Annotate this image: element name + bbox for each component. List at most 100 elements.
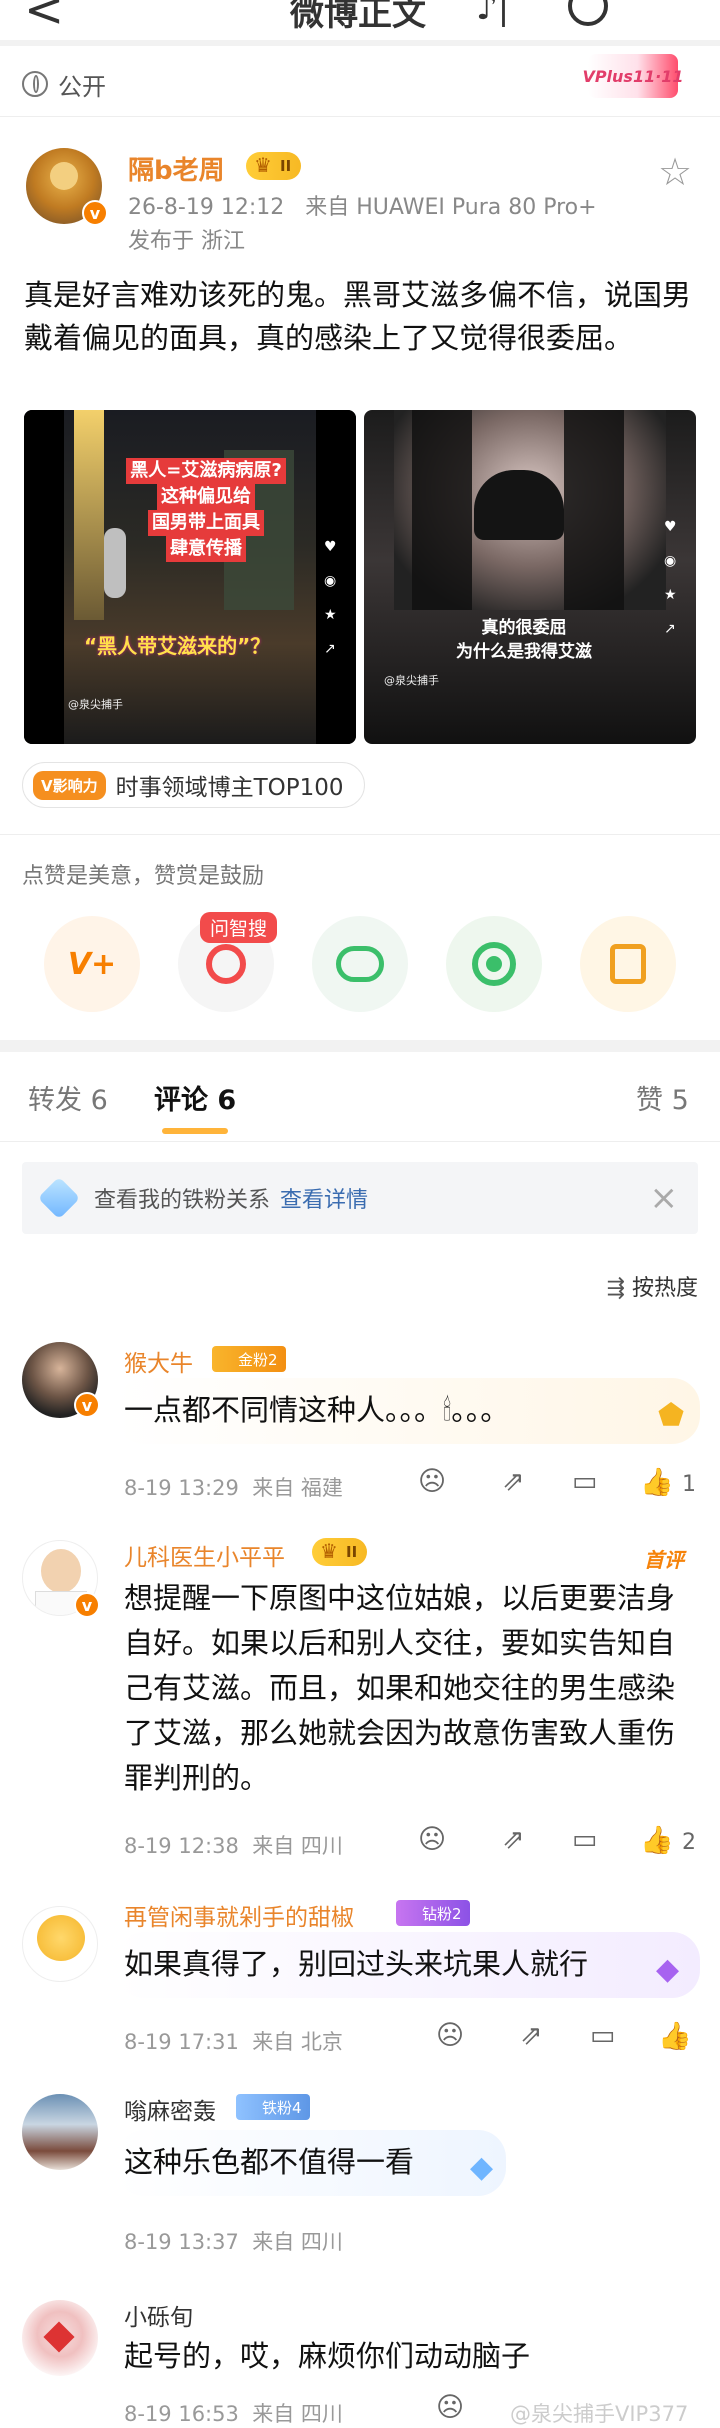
member-level: II: [346, 1543, 358, 1561]
favorite-star-icon[interactable]: ☆: [658, 150, 692, 194]
search-icon[interactable]: [568, 0, 608, 26]
comment-text: 这种乐色都不值得一看: [124, 2145, 415, 2179]
overlay-line: 真的很委屈: [481, 618, 567, 638]
commenter-avatar[interactable]: [22, 2300, 98, 2376]
commenter-name[interactable]: 小砾旬: [124, 2298, 193, 2332]
tab-forward[interactable]: 转发 6: [28, 1078, 108, 1117]
image2-side-icons: ♥ ◉ ★ ↗: [664, 519, 677, 637]
verified-icon: v: [74, 1592, 100, 1618]
image1-user: @泉尖捕手: [68, 698, 123, 711]
influence-tag[interactable]: V影响力 时事领域博主TOP100: [22, 762, 365, 808]
comment-text: 起号的，哎，麻烦你们动动脑子: [124, 2339, 531, 2373]
dislike-icon[interactable]: ☹: [418, 1466, 446, 1497]
page-title: 微博正文: [290, 0, 426, 34]
reply-icon[interactable]: ▭: [572, 1824, 598, 1855]
member-crown-badge: II: [312, 1538, 368, 1566]
commenter-name[interactable]: 猴大牛: [124, 1344, 193, 1378]
music-icon[interactable]: ♪|: [476, 0, 509, 28]
overlay-line: 国男带上面具: [148, 510, 264, 536]
dislike-icon[interactable]: ☹: [436, 2392, 464, 2423]
tiefan-bar[interactable]: 查看我的铁粉关系 查看详情 ×: [22, 1162, 698, 1234]
image2-overlay: 真的很委屈 为什么是我得艾滋: [404, 616, 644, 664]
wechat-icon[interactable]: [312, 916, 408, 1012]
share-icon[interactable]: ⇗: [502, 1466, 525, 1497]
vplus-badge[interactable]: VPlus11·11: [582, 54, 684, 98]
tiefan-link[interactable]: 查看详情: [280, 1182, 368, 1214]
divider: [0, 116, 720, 117]
dislike-icon[interactable]: ☹: [418, 1824, 446, 1855]
visibility-row: 公开: [22, 64, 106, 104]
fan-badge: 金粉2: [212, 1346, 286, 1372]
moments-icon[interactable]: [446, 916, 542, 1012]
overlay-line: 这种偏见给: [157, 484, 255, 510]
post-meta: 26-8-19 12:12 来自 HUAWEI Pura 80 Pro+: [128, 192, 597, 224]
overlay-line: 黑人=艾滋病病原?: [126, 458, 286, 484]
fan-badge: 钻粉2: [396, 1900, 470, 1926]
like-icon[interactable]: 👍: [658, 2020, 692, 2052]
top-bar: < 微博正文 ♪|: [0, 0, 720, 40]
like-count: 2: [682, 1830, 696, 1855]
member-level: II: [280, 157, 292, 175]
back-icon[interactable]: <: [24, 0, 64, 38]
sort-icon: ⇶: [606, 1276, 625, 1301]
section-divider: [0, 1040, 720, 1052]
verified-icon: v: [82, 200, 108, 226]
tab-comment[interactable]: 评论 6: [154, 1078, 236, 1117]
image1-overlay: 黑人=艾滋病病原? 这种偏见给 国男带上面具 肆意传播: [118, 458, 294, 562]
comment-meta: 8-19 12:38 来自 四川: [124, 1834, 343, 1858]
share-icon[interactable]: ⇗: [502, 1824, 525, 1855]
image1-caption: “黑人带艾滋来的”？: [84, 634, 271, 658]
save-image-icon[interactable]: [580, 916, 676, 1012]
verified-icon: v: [74, 1392, 100, 1418]
post-source: 来自 HUAWEI Pura 80 Pro+: [305, 195, 597, 220]
overlay-line: 肆意传播: [166, 536, 246, 562]
diamond-icon: [37, 1176, 81, 1220]
first-comment-badge: 首评: [644, 1548, 684, 1572]
v-plus-icon[interactable]: V+: [44, 916, 140, 1012]
image1-side-icons: ♥ ◉ ★ ↗: [324, 539, 337, 657]
blue-gem-icon: ◆: [470, 2150, 494, 2185]
sort-label: 按热度: [631, 1276, 698, 1301]
comment-meta: 8-19 13:37 来自 四川: [124, 2230, 343, 2254]
globe-icon: [22, 71, 48, 97]
like-count: 1: [682, 1472, 696, 1497]
overlay-line: 为什么是我得艾滋: [456, 642, 592, 662]
like-icon[interactable]: 👍: [640, 1824, 674, 1856]
divider: [0, 40, 720, 46]
visibility-label: 公开: [58, 72, 106, 101]
comment-text: 想提醒一下原图中这位姑娘，以后更要洁身自好。如果以后和别人交往，要如实告知自己有…: [124, 1581, 676, 1795]
fan-badge: 铁粉4: [236, 2094, 310, 2120]
comment-text: 如果真得了，别回过头来坑果人就行: [124, 1947, 589, 1981]
purple-gem-icon: ◆: [656, 1952, 680, 1987]
dislike-icon[interactable]: ☹: [436, 2020, 464, 2051]
divider: [0, 834, 720, 835]
sort-button[interactable]: ⇶ 按热度: [607, 1270, 698, 1302]
commenter-avatar[interactable]: [22, 1906, 98, 1982]
commenter-name[interactable]: 再管闲事就剁手的甜椒: [124, 1898, 354, 1932]
reply-icon[interactable]: ▭: [590, 2020, 616, 2051]
post-image-2[interactable]: 真的很委屈 为什么是我得艾滋 @泉尖捕手 ♥ ◉ ★ ↗: [364, 410, 696, 744]
comment-meta: 8-19 13:29 来自 福建: [124, 1476, 343, 1500]
member-crown-badge: II: [246, 152, 302, 180]
image2-user: @泉尖捕手: [384, 674, 439, 687]
gold-gem-icon: ⬟: [658, 1398, 685, 1433]
comment-tabs: 转发 6 评论 6 赞 5: [0, 1052, 720, 1142]
like-icon[interactable]: 👍: [640, 1466, 674, 1498]
reply-icon[interactable]: ▭: [572, 1466, 598, 1497]
reward-tip: 点赞是美意，赞赏是鼓励: [22, 864, 265, 889]
active-tab-indicator: [162, 1128, 228, 1134]
tiefan-text: 查看我的铁粉关系: [94, 1188, 271, 1213]
post-image-1[interactable]: 黑人=艾滋病病原? 这种偏见给 国男带上面具 肆意传播 “黑人带艾滋来的”？ @…: [24, 410, 356, 744]
commenter-name[interactable]: 嗡麻密轰: [124, 2092, 216, 2126]
share-icon[interactable]: ⇗: [520, 2020, 543, 2051]
influence-text: 时事领域博主TOP100: [115, 775, 344, 801]
post-text: 真是好言难劝该死的鬼。黑哥艾滋多偏不信，说国男戴着偏见的面具，真的感染上了又觉得…: [24, 278, 692, 355]
author-name[interactable]: 隔b老周: [128, 150, 225, 187]
comment-meta: 8-19 17:31 来自 北京: [124, 2030, 343, 2054]
close-icon[interactable]: ×: [650, 1178, 679, 1218]
tab-like[interactable]: 赞 5: [636, 1078, 689, 1117]
zhisou-label[interactable]: 问智搜: [200, 912, 278, 943]
commenter-name[interactable]: 儿科医生小平平: [124, 1538, 285, 1572]
post-location: 发布于 浙江: [128, 229, 245, 254]
commenter-avatar[interactable]: [22, 2094, 98, 2170]
